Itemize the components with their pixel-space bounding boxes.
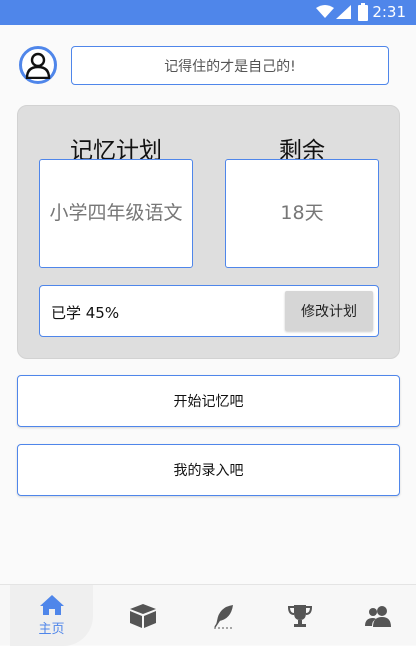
tab-users[interactable] <box>336 585 416 646</box>
avatar[interactable] <box>19 46 57 84</box>
feather-icon <box>213 604 234 628</box>
home-icon <box>39 595 64 615</box>
box-icon <box>129 603 156 628</box>
bottom-tab-bar: 主页 <box>0 584 416 646</box>
signal-icon <box>336 5 351 19</box>
edit-plan-button[interactable]: 修改计划 <box>285 291 373 331</box>
trophy-icon <box>287 604 312 627</box>
progress-text: 已学 45% <box>51 304 120 322</box>
motto-banner: 记得住的才是自己的! <box>71 46 389 85</box>
tab-trophy[interactable] <box>258 585 341 646</box>
battery-icon <box>358 3 368 21</box>
wifi-icon <box>316 5 334 19</box>
plan-card: 记忆计划 剩余 小学四年级语文 18天 已学 45% 修改计划 <box>17 105 400 359</box>
my-entry-button[interactable]: 我的录入吧 <box>17 444 400 496</box>
status-time: 2:31 <box>372 3 406 21</box>
tab-home[interactable]: 主页 <box>10 585 93 646</box>
plan-name-box: 小学四年级语文 <box>39 159 193 268</box>
users-icon <box>364 605 391 627</box>
status-bar: 2:31 <box>0 0 416 25</box>
remaining-box: 18天 <box>225 159 379 268</box>
start-memorize-button[interactable]: 开始记忆吧 <box>17 375 400 427</box>
progress-row: 已学 45% 修改计划 <box>39 285 379 337</box>
user-icon <box>25 52 51 79</box>
plan-name: 小学四年级语文 <box>49 202 183 224</box>
remaining-days: 18天 <box>280 202 324 224</box>
tab-feather[interactable] <box>182 585 265 646</box>
tab-box[interactable] <box>101 585 184 646</box>
tab-home-label: 主页 <box>38 622 65 637</box>
